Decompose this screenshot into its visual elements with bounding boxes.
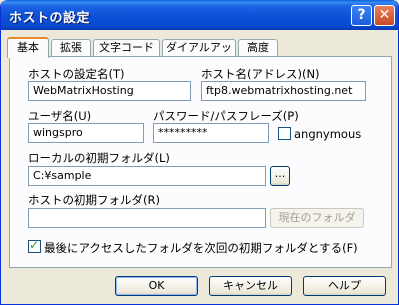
last-folder-checkbox[interactable] (28, 238, 41, 253)
host-setting-name-label: ホストの設定名(T) (28, 67, 125, 81)
help-title-button[interactable]: ? (351, 5, 372, 26)
local-folder-label: ローカルの初期フォルダ(L) (28, 151, 170, 165)
password-label: パスワード/パスフレーズ(P) (153, 109, 299, 123)
password-field[interactable]: ********* (153, 123, 269, 143)
host-folder-label: ホストの初期フォルダ(R) (28, 193, 160, 207)
help-button[interactable]: ヘルプ (303, 276, 386, 296)
last-folder-label: 最後にアクセスしたフォルダを次回の初期フォルダとする(F) (44, 241, 358, 255)
browse-local-folder-button[interactable]: ... (270, 166, 290, 186)
close-button[interactable]: ✕ (374, 5, 395, 26)
close-icon: ✕ (378, 7, 391, 23)
anonymous-checkbox[interactable] (278, 127, 291, 140)
question-icon: ? (357, 7, 366, 23)
tab-basic[interactable]: 基本 (7, 37, 49, 58)
host-name-field[interactable]: ftp8.webmatrixhosting.net (201, 81, 366, 101)
local-folder-field[interactable]: C:¥sample (28, 166, 266, 186)
tab-charset[interactable]: 文字コード (93, 39, 160, 57)
host-setting-name-field[interactable]: WebMatrixHosting (28, 81, 191, 101)
username-label: ユーザ名(U) (28, 109, 92, 123)
anonymous-label: angnymous (294, 127, 362, 141)
host-settings-dialog: ホストの設定 ? ✕ 基本 拡張 文字コード ダイアルアップ 高度 ホストの設定… (0, 0, 399, 305)
ok-button[interactable]: OK (115, 276, 198, 296)
tab-advanced[interactable]: 高度 (238, 39, 278, 57)
window-title: ホストの設定 (9, 11, 91, 26)
cancel-button[interactable]: キャンセル (209, 276, 292, 296)
current-folder-button[interactable]: 現在のフォルダ (270, 208, 364, 228)
tab-extended[interactable]: 拡張 (51, 39, 91, 57)
host-name-label: ホスト名(アドレス)(N) (201, 67, 320, 81)
host-folder-field[interactable] (28, 208, 266, 228)
title-bar[interactable]: ホストの設定 ? ✕ (1, 0, 398, 30)
tab-dialup[interactable]: ダイアルアップ (162, 39, 236, 70)
username-field[interactable]: wingspro (28, 123, 144, 143)
